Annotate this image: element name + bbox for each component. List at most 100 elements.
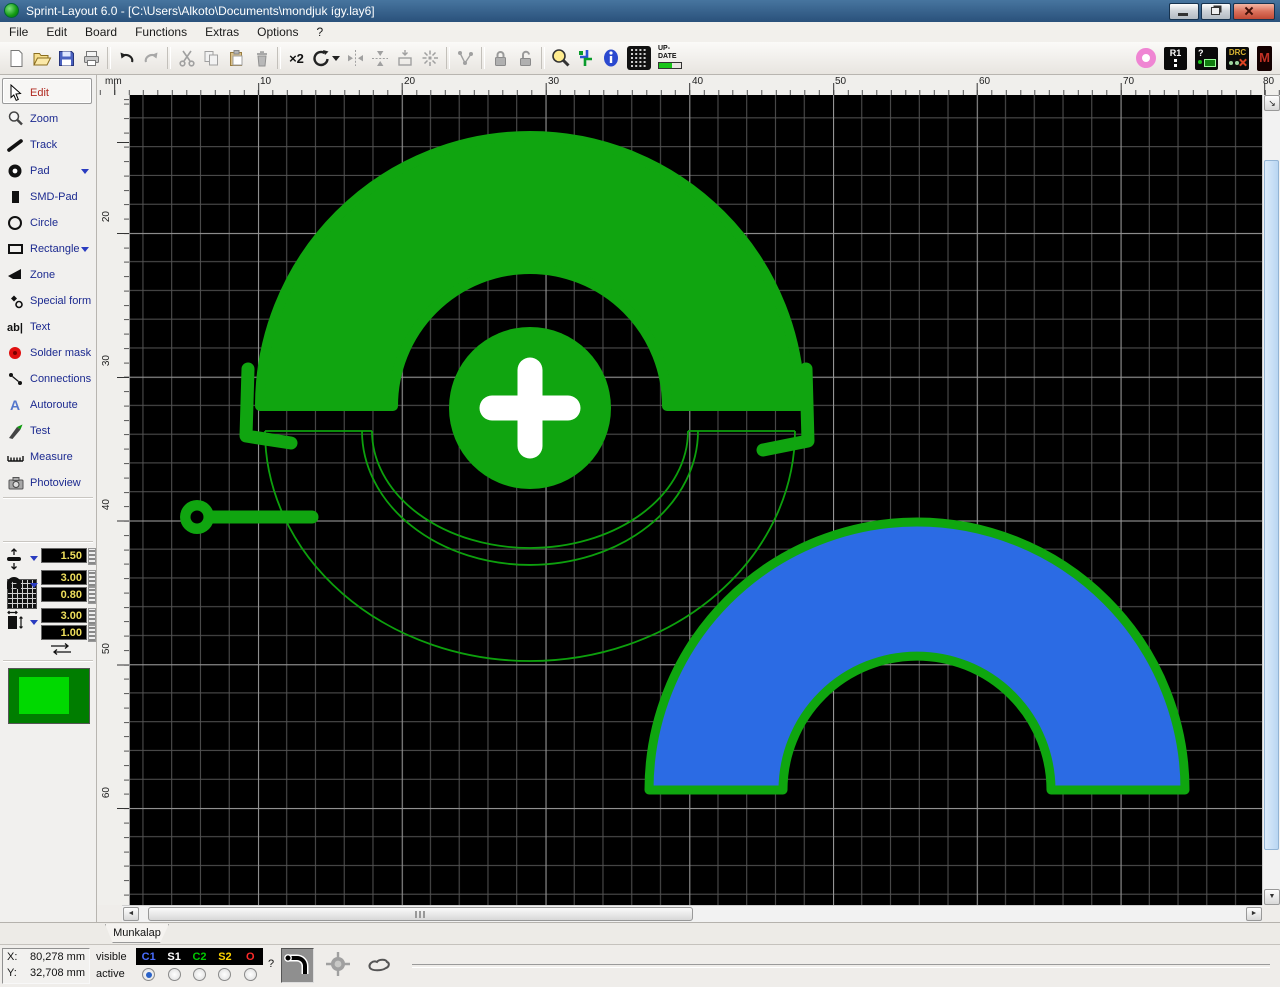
tool-circle[interactable]: Circle: [0, 211, 97, 235]
smd-height-spinner[interactable]: [88, 625, 96, 642]
tool-photoview[interactable]: Photoview: [0, 471, 97, 495]
zoom-button[interactable]: [548, 46, 573, 71]
menu-file[interactable]: File: [0, 23, 37, 41]
vertical-scroll-thumb[interactable]: [1264, 160, 1279, 850]
tool-autoroute[interactable]: A Autoroute: [0, 393, 97, 417]
mirror-horizontal-button[interactable]: [343, 46, 368, 71]
save-button[interactable]: [54, 46, 79, 71]
duplicate-button[interactable]: ×2: [284, 46, 309, 71]
drc-button[interactable]: DRC: [1226, 46, 1249, 70]
crosshair-mode-button[interactable]: [321, 948, 355, 983]
menu-functions[interactable]: Functions: [126, 23, 196, 41]
tool-pad[interactable]: Pad: [0, 159, 97, 183]
radio-layer-s1[interactable]: [161, 966, 186, 983]
track-width-field[interactable]: 1.50: [41, 548, 87, 563]
restore-button[interactable]: [1201, 3, 1231, 20]
tool-measure[interactable]: Measure: [0, 445, 97, 469]
track-mode-button[interactable]: [281, 948, 314, 983]
radio-layer-c1[interactable]: [136, 966, 161, 983]
rotate-button[interactable]: [309, 46, 343, 71]
menu-options[interactable]: Options: [248, 23, 307, 41]
tool-connections[interactable]: Connections: [0, 367, 97, 391]
menu-edit[interactable]: Edit: [37, 23, 76, 41]
tab-munkalap[interactable]: Munkalap: [105, 924, 169, 943]
scroll-down-button[interactable]: ▼: [1264, 889, 1280, 905]
close-button[interactable]: [1233, 3, 1275, 20]
tool-text[interactable]: ab| Text: [0, 315, 97, 339]
vertical-scrollbar[interactable]: ↘ ▼: [1262, 95, 1280, 905]
menu-board[interactable]: Board: [76, 23, 126, 41]
layer-o[interactable]: O: [238, 951, 263, 963]
redo-button[interactable]: [139, 46, 164, 71]
scroll-left-button[interactable]: ◄: [123, 907, 139, 921]
smd-height-field[interactable]: 1.00: [41, 625, 87, 640]
horizontal-scroll-thumb[interactable]: [148, 907, 693, 921]
smd-size-dropdown-icon[interactable]: [30, 620, 38, 625]
layer-c1[interactable]: C1: [136, 951, 161, 963]
explode-button[interactable]: [418, 46, 443, 71]
paste-button[interactable]: [224, 46, 249, 71]
center-pad[interactable]: [449, 327, 611, 489]
smd-width-spinner[interactable]: [88, 608, 96, 625]
connections-button[interactable]: [453, 46, 478, 71]
smd-width-field[interactable]: 3.00: [41, 608, 87, 623]
lock-button[interactable]: [488, 46, 513, 71]
pad-dropdown-icon[interactable]: [81, 168, 89, 174]
align-button[interactable]: [393, 46, 418, 71]
open-button[interactable]: [29, 46, 54, 71]
tool-special-form[interactable]: Special form: [0, 289, 97, 313]
update-button[interactable]: UP- DATE: [655, 45, 689, 71]
tool-rectangle[interactable]: Rectangle: [0, 237, 97, 261]
radio-layer-o[interactable]: [238, 966, 263, 983]
cut-icon: [178, 50, 195, 67]
radio-layer-s2[interactable]: [212, 966, 237, 983]
info-button[interactable]: [598, 46, 623, 71]
raster-grid-button[interactable]: [623, 46, 655, 71]
tool-test[interactable]: Test: [0, 419, 97, 443]
tool-smd-pad[interactable]: SMD-Pad: [0, 185, 97, 209]
layer-s2[interactable]: S2: [212, 951, 237, 963]
tool-zone[interactable]: Zone: [0, 263, 97, 287]
minimize-button[interactable]: [1169, 3, 1199, 20]
undo-button[interactable]: [114, 46, 139, 71]
copy-button[interactable]: [199, 46, 224, 71]
cut-button[interactable]: [174, 46, 199, 71]
pad-diameter-field[interactable]: 3.00: [41, 570, 87, 585]
help-selector-button[interactable]: ?: [1195, 46, 1218, 70]
layer-s1[interactable]: S1: [161, 951, 186, 963]
pad-diameter-spinner[interactable]: [88, 570, 96, 587]
pad-size-dropdown-icon[interactable]: [30, 583, 38, 588]
freeform-shape-button[interactable]: [360, 948, 398, 983]
fit-view-button[interactable]: [573, 46, 598, 71]
pcb-canvas[interactable]: [130, 95, 1262, 905]
menu-extras[interactable]: Extras: [196, 23, 248, 41]
track-width-spinner[interactable]: [88, 548, 96, 565]
pad-donut-icon[interactable]: [1136, 48, 1156, 68]
smd-pad-icon: [7, 188, 25, 206]
track-width-dropdown-icon[interactable]: [30, 556, 38, 561]
new-button[interactable]: [4, 46, 29, 71]
rectangle-dropdown-icon[interactable]: [81, 246, 89, 252]
tool-zoom[interactable]: Zoom: [0, 107, 97, 131]
scroll-right-button[interactable]: ►: [1246, 907, 1262, 921]
radio-layer-c2[interactable]: [187, 966, 212, 983]
menu-help[interactable]: ?: [307, 23, 332, 41]
pad-drill-field[interactable]: 0.80: [41, 587, 87, 602]
print-button[interactable]: [79, 46, 104, 71]
tool-edit[interactable]: Edit: [0, 78, 97, 105]
delete-button[interactable]: [249, 46, 274, 71]
r1-components-button[interactable]: R1: [1164, 46, 1187, 70]
layer-c2[interactable]: C2: [187, 951, 212, 963]
layer-color-swatch[interactable]: [8, 668, 90, 724]
m-button[interactable]: M: [1257, 45, 1272, 71]
scroll-corner-button[interactable]: ↘: [1264, 95, 1280, 111]
tool-track[interactable]: Track: [0, 133, 97, 157]
layer-help-label[interactable]: ?: [268, 958, 274, 970]
mirror-vertical-button[interactable]: [368, 46, 393, 71]
unlock-button[interactable]: [513, 46, 538, 71]
horizontal-scrollbar[interactable]: ◄ ►: [122, 905, 1262, 922]
rotate-dropdown-icon[interactable]: [332, 55, 340, 61]
pad-drill-spinner[interactable]: [88, 587, 96, 604]
duplicate-x2-icon: ×2: [289, 50, 304, 66]
tool-solder-mask[interactable]: Solder mask: [0, 341, 97, 365]
